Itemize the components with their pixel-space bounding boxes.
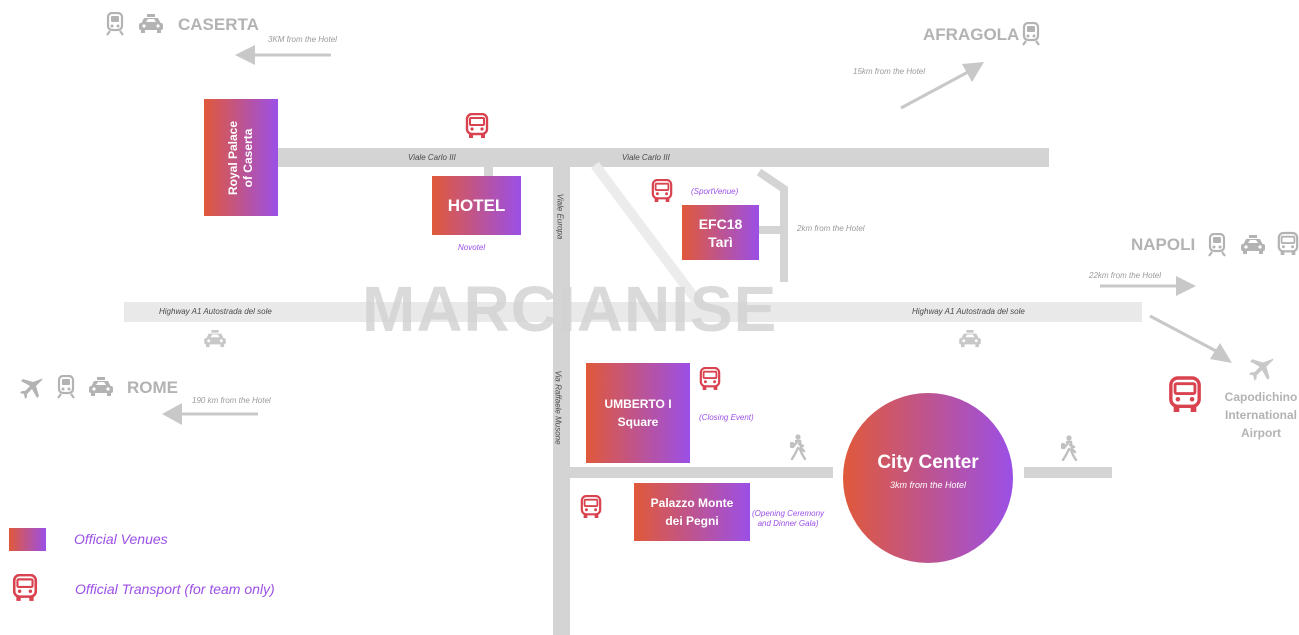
arrow-icon: [162, 403, 258, 425]
venue-efc18[interactable]: EFC18 Tarì: [682, 205, 759, 260]
road-label-highway-right: Highway A1 Autostrada del sole: [912, 307, 1025, 316]
venue-city-center[interactable]: City Center 3km from the Hotel: [843, 393, 1013, 563]
road-city-center-right: [1024, 467, 1112, 478]
bus-icon: [1168, 376, 1202, 414]
city-rome: ROME: [127, 378, 178, 397]
umberto-line1: UMBERTO I: [604, 397, 672, 411]
road-label-viale-carlo-left: Viale Carlo III: [408, 153, 456, 162]
hotel-label: HOTEL: [447, 195, 506, 215]
venue-hotel[interactable]: HOTEL: [432, 176, 521, 235]
venue-palazzo-monte[interactable]: Palazzo Monte dei Pegni: [634, 483, 750, 541]
palazzo-line1: Palazzo Monte: [650, 496, 734, 510]
taxi-icon: [1240, 235, 1266, 255]
venue-royal-palace[interactable]: Royal Palace of Caserta: [204, 99, 278, 216]
airport-line1: Capodichino: [1224, 390, 1298, 404]
airport-line3: Airport: [1241, 426, 1281, 440]
royal-palace-line2: of Caserta: [241, 128, 256, 187]
bus-icon: [465, 113, 489, 139]
plane-icon: [1249, 356, 1275, 382]
caserta-distance: 3KM from the Hotel: [268, 35, 337, 44]
arrow-icon: [1100, 276, 1196, 296]
efc-distance: 2km from the Hotel: [797, 224, 865, 233]
road-label-viale-europa: Viale Europa: [555, 193, 565, 240]
city-caserta: CASERTA: [178, 15, 259, 34]
train-icon: [105, 12, 125, 36]
palazzo-note: (Opening Ceremony and Dinner Gala): [752, 509, 824, 529]
road-label-via-raffaele: Via Raffaele Musone: [553, 370, 563, 445]
city-center-distance: 3km from the Hotel: [889, 480, 967, 490]
efc-note: (SportVenue): [691, 187, 739, 196]
bus-icon: [1277, 231, 1299, 257]
palazzo-note-line1: (Opening Ceremony: [752, 509, 825, 518]
legend-venues-label: Official Venues: [74, 531, 168, 547]
taxi-icon: [203, 330, 227, 348]
royal-palace-line1: Royal Palace: [226, 120, 241, 195]
train-icon: [56, 375, 76, 399]
road-label-highway-left: Highway A1 Autostrada del sole: [159, 307, 272, 316]
airport-label: Capodichino International Airport: [1216, 388, 1299, 442]
city-afragola: AFRAGOLA: [923, 25, 1020, 44]
venue-umberto-square[interactable]: UMBERTO I Square: [586, 363, 690, 463]
umberto-line2: Square: [617, 415, 659, 429]
arrow-icon: [900, 62, 984, 110]
walker-icon: [787, 434, 807, 460]
plane-icon: [20, 376, 44, 400]
bus-icon: [699, 367, 721, 391]
legend-transport-label: Official Transport (for team only): [75, 581, 275, 597]
town-name: MARCIANISE: [362, 273, 778, 345]
bus-icon: [12, 574, 38, 602]
bus-icon: [580, 495, 602, 519]
airport-line2: International: [1224, 408, 1297, 422]
city-napoli: NAPOLI: [1131, 235, 1196, 254]
taxi-icon: [88, 377, 114, 397]
road-city-center-left: [570, 467, 833, 478]
road-label-viale-carlo-right: Viale Carlo III: [622, 153, 670, 162]
palazzo-note-line2: and Dinner Gala): [757, 519, 819, 528]
umberto-note: (Closing Event): [699, 413, 754, 422]
taxi-icon: [958, 330, 982, 348]
arrow-icon: [235, 45, 331, 65]
hotel-note: Novotel: [458, 243, 486, 252]
palazzo-line2: dei Pegni: [665, 514, 719, 528]
train-icon: [1207, 233, 1227, 257]
legend-venue-swatch: [9, 528, 46, 551]
city-center-label: City Center: [877, 452, 979, 473]
efc-line1: EFC18: [698, 215, 743, 232]
train-icon: [1021, 22, 1041, 46]
arrow-icon: [1149, 314, 1232, 363]
taxi-icon: [138, 14, 164, 34]
walker-icon: [1058, 435, 1078, 461]
bus-icon: [651, 179, 673, 203]
efc-line2: Tarì: [708, 233, 733, 250]
